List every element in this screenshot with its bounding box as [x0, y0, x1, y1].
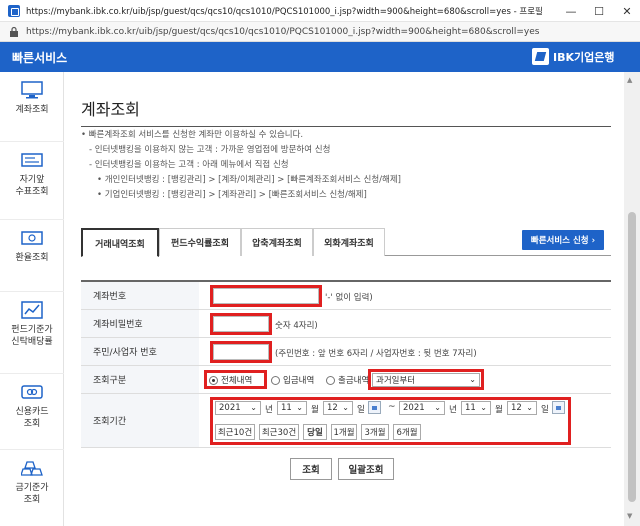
close-button[interactable]: ✕ [612, 0, 640, 22]
sidebar-label: 자기앞 [19, 175, 45, 185]
scroll-down-icon[interactable]: ▼ [627, 512, 632, 520]
sidebar-item-credit-card[interactable]: 신용카드 조회 [0, 374, 64, 450]
id-number-label: 주민/사업자 번호 [81, 338, 199, 365]
tab-transaction-history[interactable]: 거래내역조회 [81, 228, 159, 257]
sidebar-item-account-inquiry[interactable]: 계좌조회 [0, 72, 64, 142]
lock-icon [8, 26, 20, 38]
tab-foreign-currency[interactable]: 외화계좌조회 [313, 228, 385, 256]
radio-deposit[interactable]: 입금내역 [271, 374, 314, 386]
brand-name: IBK기업은행 [553, 50, 615, 64]
maximize-button[interactable]: ☐ [584, 0, 614, 22]
notice-list: • 빠른계좌조회 서비스를 신청한 계좌만 이용하실 수 있습니다. - 인터넷… [81, 128, 401, 203]
highlight-box [368, 369, 484, 390]
highlight-box [204, 370, 267, 389]
radio-label: 입금내역 [283, 376, 315, 386]
sidebar-label: 펀드기준가 [11, 325, 53, 335]
sidebar-label: 조회 [23, 495, 41, 505]
sidebar-label: 신용카드 [15, 407, 49, 417]
chart-icon [20, 300, 44, 320]
sidebar-item-check-inquiry[interactable]: 자기앞 수표조회 [0, 142, 64, 220]
window-titlebar: https://mybank.ibk.co.kr/uib/jsp/guest/q… [0, 0, 640, 22]
monitor-icon [20, 80, 44, 100]
highlight-box [210, 285, 322, 307]
sidebar: 계좌조회 자기앞 수표조회 환율조회 펀드기준가 신탁배당률 신용카드 조회 금… [0, 72, 64, 526]
address-url[interactable]: https://mybank.ibk.co.kr/uib/jsp/guest/q… [26, 27, 539, 37]
window-title: https://mybank.ibk.co.kr/uib/jsp/guest/q… [26, 6, 546, 17]
query-type-label: 조회구분 [81, 366, 199, 393]
quick-service-apply-button[interactable]: 빠른서비스 신청 › [522, 230, 604, 250]
notice-line: - 인터넷뱅킹을 이용하는 고객 : 아래 메뉴에서 직접 신청 [89, 160, 289, 170]
id-number-row: 주민/사업자 번호 (주민번호 : 앞 번호 6자리 / 사업자번호 : 뒷 번… [81, 338, 611, 366]
credit-card-icon [20, 382, 44, 402]
ibk-logo[interactable]: IBK기업은행 [532, 48, 614, 65]
account-number-row: 계좌번호 '-' 없이 입력) [81, 282, 611, 310]
radio-dot[interactable] [326, 375, 335, 385]
radio-withdrawal[interactable]: 출금내역 [326, 374, 369, 386]
highlight-box [210, 313, 272, 335]
radio-label: 출금내역 [338, 376, 370, 386]
divider [81, 126, 611, 127]
main-content: 계좌조회 • 빠른계좌조회 서비스를 신청한 계좌만 이용하실 수 있습니다. … [64, 72, 624, 526]
radio-dot[interactable] [271, 375, 280, 385]
browser-page-icon [8, 4, 20, 17]
app-title: 빠른서비스 [12, 51, 68, 65]
id-number-hint: (주민번호 : 앞 번호 6자리 / 사업자번호 : 뒷 번호 7자리) [275, 349, 477, 359]
period-row: 조회기간 2021 ⌄ 년 11 ⌄ 월 12 ⌄ 일 ~ 2021 ⌄ 년 1… [81, 394, 611, 448]
notice-line: • 개인인터넷뱅킹 : [뱅킹관리] > [계좌/이체관리] > [빠른계좌조회… [97, 175, 401, 185]
sidebar-item-fund-price[interactable]: 펀드기준가 신탁배당률 [0, 292, 64, 374]
scrollbar-thumb[interactable] [628, 212, 636, 502]
scroll-up-icon[interactable]: ▲ [627, 76, 632, 84]
sidebar-label: 금기준가 [15, 483, 49, 493]
highlight-box [210, 397, 571, 445]
period-label: 조회기간 [81, 394, 199, 447]
minimize-button[interactable]: — [556, 0, 586, 22]
ibk-logo-icon [532, 48, 549, 65]
sidebar-label: 신탁배당률 [11, 337, 53, 347]
query-type-row: 조회구분 전체내역 입금내역 출금내역 과거일부터 ⌄ [81, 366, 611, 394]
password-row: 계좌비밀번호 숫자 4자리) [81, 310, 611, 338]
sidebar-label: 수표조회 [15, 187, 49, 197]
password-label: 계좌비밀번호 [81, 310, 199, 337]
sidebar-item-gold-price[interactable]: 금기준가 조회 [0, 450, 64, 526]
vertical-scrollbar[interactable]: ▲ ▼ [624, 72, 640, 526]
tab-compressed-account[interactable]: 압축계좌조회 [241, 228, 313, 256]
page-title: 계좌조회 [81, 100, 140, 119]
inquiry-form: 계좌번호 '-' 없이 입력) 계좌비밀번호 숫자 4자리) 주민/사업자 번호… [81, 280, 611, 448]
check-card-icon [20, 150, 44, 170]
gold-bar-icon [20, 458, 44, 478]
banknote-icon [20, 228, 44, 248]
password-hint: 숫자 4자리) [275, 321, 318, 331]
batch-search-button[interactable]: 일괄조회 [338, 458, 394, 480]
notice-line: - 인터넷뱅킹을 이용하지 않는 고객 : 가까운 영업점에 방문하여 신청 [89, 145, 331, 155]
app-header: 빠른서비스 IBK기업은행 [0, 42, 640, 72]
notice-line: • 기업인터넷뱅킹 : [뱅킹관리] > [계좌관리] > [빠른조회서비스 신… [97, 190, 367, 200]
search-button[interactable]: 조회 [290, 458, 332, 480]
sidebar-item-exchange-rate[interactable]: 환율조회 [0, 220, 64, 292]
tab-fund-return[interactable]: 펀드수익률조회 [159, 228, 241, 256]
sidebar-label: 조회 [23, 419, 41, 429]
account-number-label: 계좌번호 [81, 282, 199, 309]
sidebar-label: 계좌조회 [15, 105, 49, 115]
sidebar-label: 환율조회 [15, 253, 49, 263]
account-number-hint: '-' 없이 입력) [325, 293, 373, 303]
notice-line: • 빠른계좌조회 서비스를 신청한 계좌만 이용하실 수 있습니다. [81, 130, 304, 140]
highlight-box [210, 341, 272, 363]
address-bar[interactable]: https://mybank.ibk.co.kr/uib/jsp/guest/q… [0, 22, 640, 42]
